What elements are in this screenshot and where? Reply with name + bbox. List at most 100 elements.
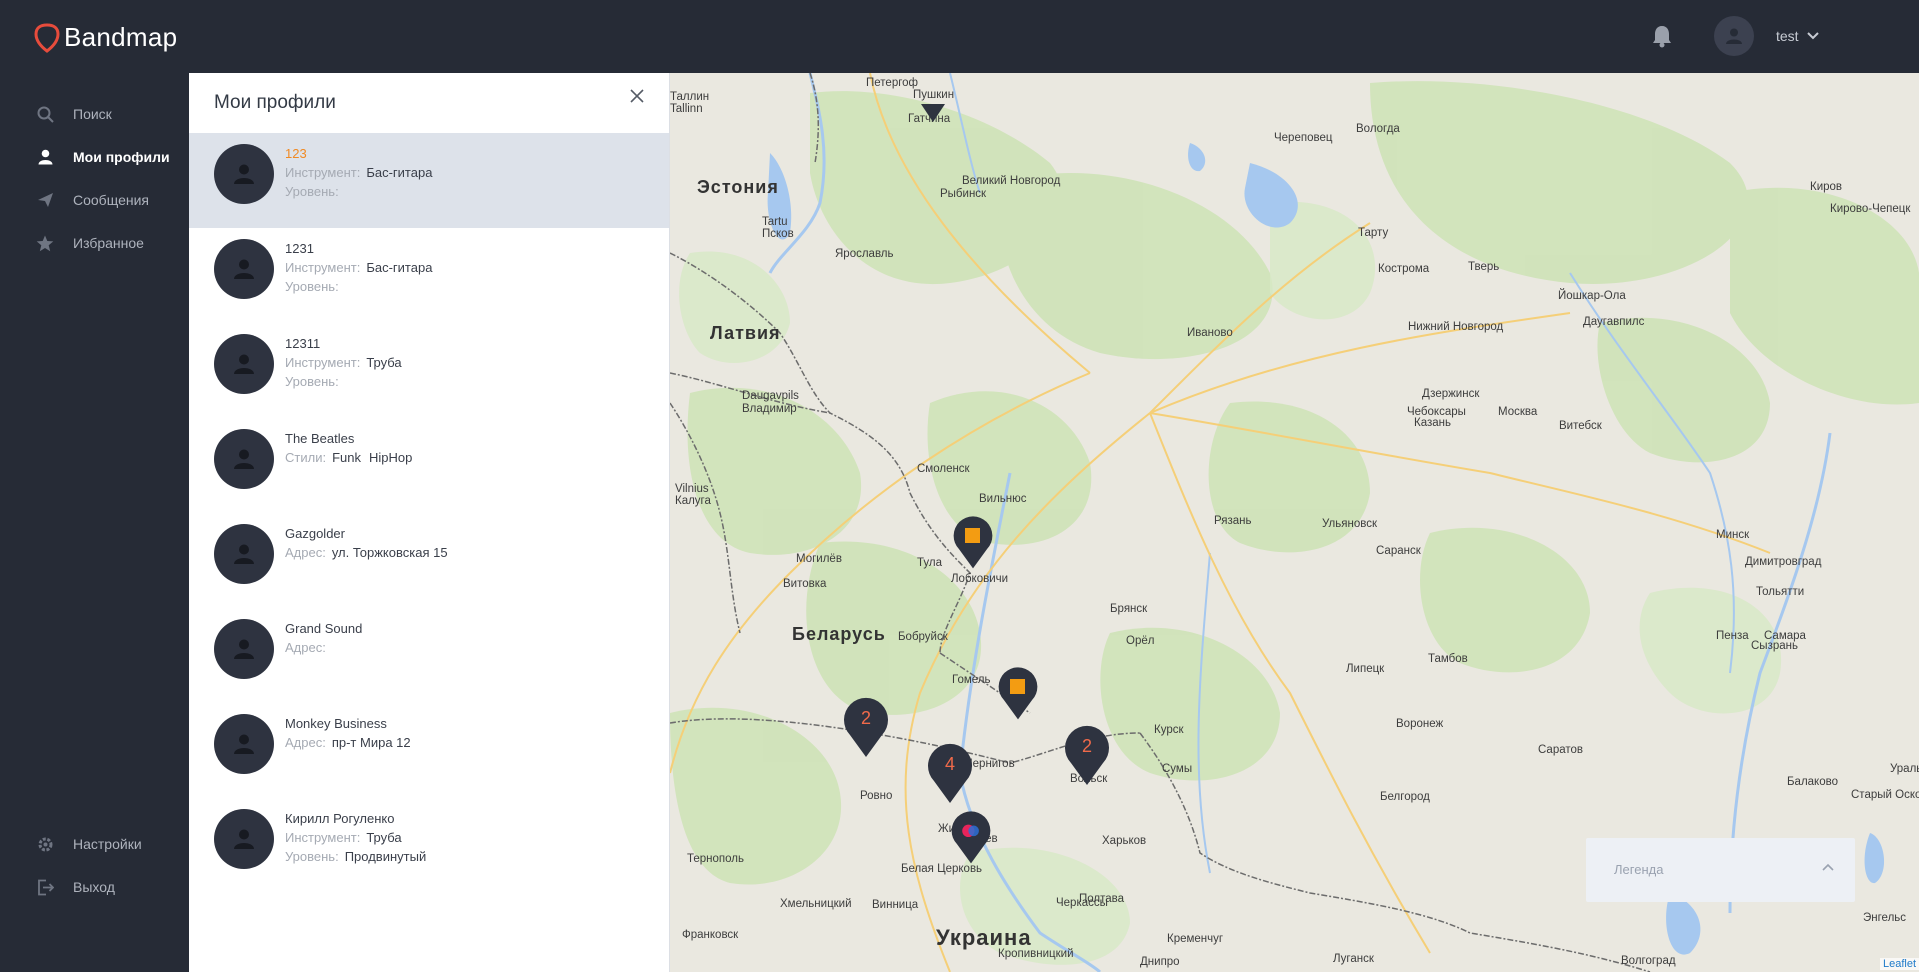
city-label: Минск bbox=[1716, 529, 1750, 541]
profile-row[interactable]: Gazgolder Адрес: ул. Торжковская 15 bbox=[189, 513, 669, 608]
city-label: Курск bbox=[1154, 724, 1184, 736]
legend-label: Легенда bbox=[1614, 862, 1664, 877]
city-label: Vilnius bbox=[675, 483, 709, 495]
city-label: Воронеж bbox=[1396, 718, 1444, 730]
close-icon bbox=[630, 89, 644, 103]
city-label: Рязань bbox=[1214, 515, 1252, 527]
city-label: Daugavpils bbox=[742, 390, 799, 402]
profile-name: Кирилл Рогуленко bbox=[285, 811, 395, 826]
city-label: Петергоф bbox=[866, 77, 919, 89]
attribute-value: Бас-гитара bbox=[366, 165, 433, 180]
close-button[interactable] bbox=[627, 86, 647, 106]
profile-attribute: Уровень: bbox=[285, 374, 345, 389]
attribute-label: Адрес: bbox=[285, 735, 326, 750]
city-label: Могилёв bbox=[796, 553, 842, 565]
user-icon bbox=[36, 148, 54, 166]
map-marker[interactable] bbox=[951, 513, 1007, 583]
profile-name: Gazgolder bbox=[285, 526, 345, 541]
profile-row[interactable]: Кирилл Рогуленко Инструмент: Труба Уровень:… bbox=[189, 798, 669, 893]
city-label: Кременчуг bbox=[1167, 933, 1224, 945]
star-icon bbox=[36, 234, 54, 252]
profile-attribute: Инструмент: Труба bbox=[285, 830, 410, 845]
city-label: Даугавпилс bbox=[1583, 316, 1645, 328]
logout-icon bbox=[36, 878, 54, 896]
map-marker[interactable]: 2 bbox=[1062, 723, 1118, 793]
city-label: Тернополь bbox=[687, 853, 744, 865]
profile-avatar bbox=[214, 144, 274, 204]
attribute-label: Инструмент: bbox=[285, 355, 361, 370]
attribute-label: Стили: bbox=[285, 450, 327, 465]
profile-row[interactable]: 1231 Инструмент: Бас-гитара Уровень: bbox=[189, 228, 669, 323]
city-label: Хмельницкий bbox=[780, 898, 852, 910]
sidebar-item-search[interactable]: Поиск bbox=[36, 103, 112, 125]
map[interactable]: Эстония Латвия Беларусь Украина Петергоф… bbox=[670, 73, 1919, 972]
profile-row[interactable]: The Beatles Стили: Funk HipHop bbox=[189, 418, 669, 513]
map-marker[interactable]: 2 bbox=[841, 695, 897, 765]
notifications-bell-icon[interactable] bbox=[1651, 24, 1673, 53]
user-menu[interactable]: test bbox=[1714, 16, 1819, 56]
profile-row[interactable]: Monkey Business Адрес: пр-т Мира 12 bbox=[189, 703, 669, 798]
city-label: Tallinn bbox=[670, 103, 703, 115]
profile-avatar bbox=[214, 524, 274, 584]
city-label: Франковск bbox=[682, 929, 739, 941]
sidebar-item-label: Избранное bbox=[73, 235, 144, 251]
user-avatar bbox=[1714, 16, 1754, 56]
city-label: Белгород bbox=[1380, 791, 1430, 803]
profile-avatar bbox=[214, 429, 274, 489]
sidebar-item-logout[interactable]: Выход bbox=[36, 876, 115, 898]
city-label: Псков bbox=[762, 228, 794, 240]
map-marker[interactable]: 4 bbox=[925, 741, 981, 811]
city-label: Иваново bbox=[1187, 327, 1233, 339]
country-label: Латвия bbox=[710, 323, 781, 343]
profile-attribute: Инструмент: Бас-гитара bbox=[285, 260, 440, 275]
city-label: Луганск bbox=[1333, 953, 1374, 965]
profile-name: Grand Sound bbox=[285, 621, 363, 636]
profile-name: 123 bbox=[285, 146, 307, 161]
chevron-up-icon bbox=[1822, 863, 1834, 871]
sidebar-item-settings[interactable]: Настройки bbox=[36, 833, 142, 855]
user-icon bbox=[234, 639, 254, 659]
city-label: Кострома bbox=[1378, 263, 1430, 275]
map-marker[interactable] bbox=[996, 664, 1052, 734]
profile-avatar bbox=[214, 239, 274, 299]
city-label: Великий Новгород bbox=[962, 175, 1061, 187]
profile-row[interactable]: 123 Инструмент: Бас-гитара Уровень: bbox=[189, 133, 669, 228]
cluster-count: 4 bbox=[944, 754, 955, 774]
profile-attribute: Уровень: bbox=[285, 184, 345, 199]
paper-plane-icon bbox=[36, 191, 54, 209]
profile-row[interactable]: 12311 Инструмент: Труба Уровень: bbox=[189, 323, 669, 418]
attribute-label: Адрес: bbox=[285, 545, 326, 560]
logo[interactable]: Bandmap bbox=[34, 22, 177, 53]
city-label: Калуга bbox=[675, 495, 711, 507]
sidebar-item-my-profiles[interactable]: Мои профили bbox=[36, 146, 170, 168]
profile-name: 12311 bbox=[285, 336, 321, 351]
sidebar-item-messages[interactable]: Сообщения bbox=[36, 189, 149, 211]
leaflet-attribution[interactable]: Leaflet bbox=[1880, 958, 1919, 970]
city-label: Череповец bbox=[1274, 132, 1333, 144]
sidebar-item-label: Настройки bbox=[73, 836, 142, 852]
profile-attribute: Адрес: bbox=[285, 640, 332, 655]
city-label: Вильнюс bbox=[979, 493, 1027, 505]
sidebar-item-favorites[interactable]: Избранное bbox=[36, 232, 144, 254]
profiles-panel: Мои профили 123 Инструмент: Бас-гитара Уров… bbox=[189, 73, 670, 972]
profile-attribute: Инструмент: Бас-гитара bbox=[285, 165, 440, 180]
attribute-label: Инструмент: bbox=[285, 260, 361, 275]
profile-row[interactable]: Grand Sound Адрес: bbox=[189, 608, 669, 703]
attribute-value: ул. Торжковская 15 bbox=[331, 545, 448, 560]
attribute-value: пр-т Мира 12 bbox=[331, 735, 411, 750]
map-marker[interactable] bbox=[915, 98, 955, 128]
studio-square-icon bbox=[1010, 679, 1025, 694]
legend-toggle[interactable]: Легенда bbox=[1586, 838, 1855, 902]
city-label: Казань bbox=[1414, 417, 1451, 429]
city-label: Москва bbox=[1498, 406, 1538, 418]
city-label: Киров bbox=[1810, 181, 1843, 193]
city-label: Витовка bbox=[783, 578, 827, 590]
sidebar-item-label: Поиск bbox=[73, 106, 112, 122]
user-icon bbox=[234, 164, 254, 184]
profile-attribute: Адрес: ул. Торжковская 15 bbox=[285, 545, 456, 560]
map-marker[interactable] bbox=[949, 808, 1005, 878]
country-label: Беларусь bbox=[792, 624, 886, 644]
city-label: Липецк bbox=[1346, 663, 1385, 675]
profile-attribute: Уровень: Продвинутый bbox=[285, 849, 434, 864]
user-icon bbox=[234, 449, 254, 469]
